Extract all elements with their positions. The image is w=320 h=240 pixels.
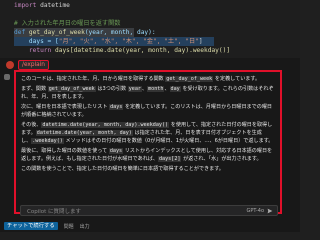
answer-text: このコードは、指定された年、月、日から曜日を取得する関数 [21,76,166,82]
code-comment: # 入力された年月日の曜日を返す関数 [14,20,121,27]
keyword-def: def [14,29,26,36]
answer-text: 次に、曜日を日本語で表現したリスト [21,104,110,110]
answer-paragraph: この関数を使うことで、指定した日付の曜日を簡単に日本語で取得することができます。 [21,165,275,173]
user-message: /explain [6,60,49,70]
answer-text: は3つの引数 [95,86,128,92]
answer-text: が返され、「水」が出力されます。 [181,156,262,162]
inline-code: get_day_of_week [47,86,96,92]
inline-code: year [127,86,142,92]
answer-text: 、 [164,86,170,92]
inline-code: month [147,86,165,92]
answer-paragraph: まず、関数 get_day_of_week は3つの引数 year、month、… [21,85,275,101]
answer-paragraph: このコードは、指定された年、月、日から曜日を取得する関数 get_day_of_… [21,75,275,83]
inline-code: days [109,104,124,110]
status-problems[interactable]: 問題 [64,223,74,230]
inline-code: datetime.date(year, month, day).weekday(… [41,122,170,128]
status-bar: チャットで続行する 問題 出力 [0,220,300,232]
return-expr: days[datetime.date(year, month, day).wee… [55,47,231,54]
chat-input[interactable]: Copilot に質問します GPT-4o [20,205,278,216]
answer-text: まず、関数 [21,86,48,92]
days-assign: days = [ [28,38,59,45]
answer-paragraph: 最後に、取得した曜日の数値を使って days リストからインデックスとして使用し… [21,147,275,163]
send-icon[interactable] [267,208,273,214]
function-params: (year, month, day): [84,29,156,36]
answer-text: この関数を使うことで、指定した日付の曜日を簡単に日本語で取得することができます。 [21,166,224,172]
inline-code: datetime.date(year, month, day) [35,130,133,136]
inline-code: days [108,148,124,154]
code-line-6: return days[datetime.date(year, month, d… [0,46,230,55]
inline-code: day [169,86,181,92]
days-close: ] [198,38,203,45]
module-name: datetime [40,2,70,9]
code-editor[interactable]: import datetime # 入力された年月日の曜日を返す関数 def g… [0,0,300,58]
copilot-icon [4,74,10,80]
code-line-1: import datetime [0,1,70,10]
answer-paragraph: その後、datetime.date(year, month, day).week… [21,121,275,145]
status-output[interactable]: 出力 [80,223,90,230]
user-avatar [6,61,14,69]
continue-chat-button[interactable]: チャットで続行する [4,222,58,230]
chat-input-placeholder: Copilot に質問します [27,208,82,215]
model-selector[interactable]: GPT-4o [246,208,264,214]
inline-code: get_day_of_week [165,76,214,82]
copilot-answer: このコードは、指定された年、月、日から曜日を取得する関数 get_day_of_… [14,70,282,214]
answer-text: メソッドはその日付の曜日を数値（0が月曜日、1が火曜日、…、6が日曜日）で返しま… [63,138,274,144]
function-name: get_day_of_week [28,29,85,36]
keyword-import: import [14,2,37,9]
code-line-5: days = ["月", "火", "水", "木", "金", "土", "日… [0,37,203,46]
keyword-return: return [28,47,52,54]
answer-text: を定義しています。 [213,76,261,82]
code-line-4: def get_day_of_week(year, month, day): [0,28,156,37]
days-strings: "月", "火", "水", "木", "金", "土", "日" [58,38,199,45]
answer-text: 最後に、取得した曜日の数値を使って [21,148,109,154]
answer-paragraph: 次に、曜日を日本語で表現したリスト days を定義しています。このリストは、月… [21,103,275,119]
explain-command-badge[interactable]: /explain [18,60,49,70]
code-line-3: # 入力された年月日の曜日を返す関数 [0,19,120,28]
inline-code: .weekday() [31,138,64,144]
answer-text: その後、 [21,122,42,128]
inline-code: days[2] [157,156,182,162]
